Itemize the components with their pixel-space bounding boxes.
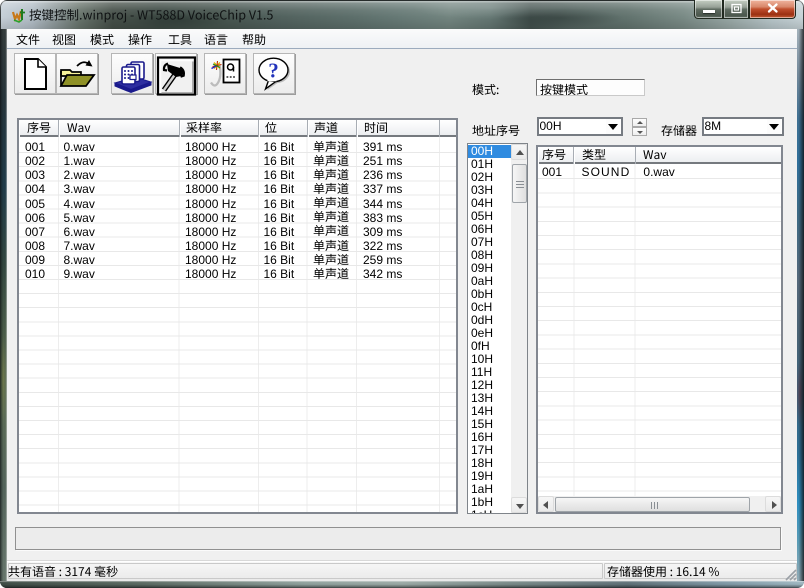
svg-text:?: ?	[268, 59, 279, 83]
